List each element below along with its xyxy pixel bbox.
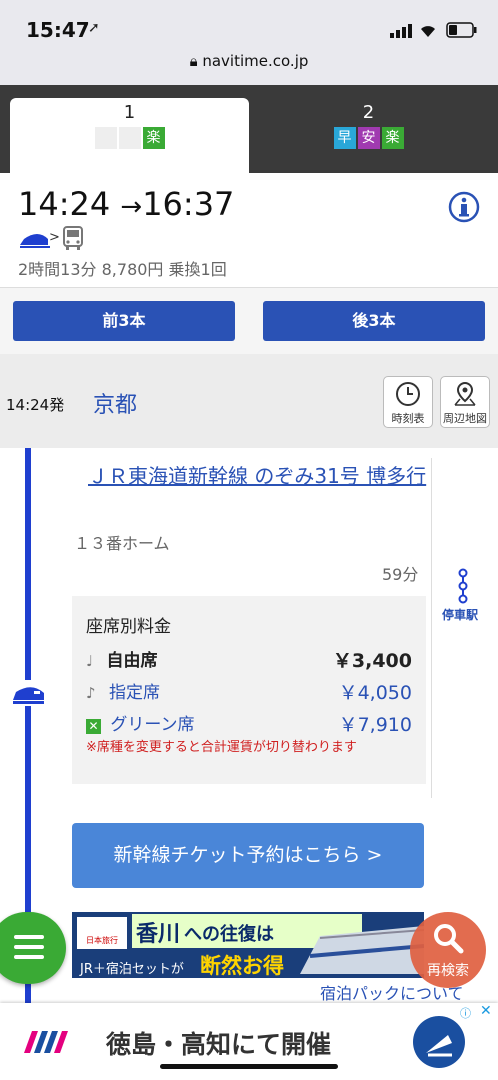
ad-arrow-icon — [413, 1016, 465, 1068]
ad-info-icon[interactable]: ⓘ — [460, 1005, 471, 1021]
train-photo — [300, 926, 424, 974]
transfer-arrow: > — [49, 230, 60, 245]
url-bar[interactable]: 🔒︎ navitime.co.jp — [0, 52, 498, 70]
timetable-button[interactable]: 時刻表 — [383, 376, 433, 428]
station-header: 14:24発 京都 時刻表 周辺地図 — [0, 354, 498, 448]
seat-label: グリーン席 — [110, 715, 195, 735]
badge-cheap: 安 — [357, 127, 380, 149]
browser-status-bar: 15:47 ➚ 🔒︎ navitime.co.jp — [0, 0, 498, 85]
shinkansen-icon — [13, 687, 44, 704]
tab-route-1[interactable]: 1 楽 — [10, 98, 249, 173]
green-car-icon: ✕ — [86, 719, 101, 734]
stops-icon[interactable] — [456, 568, 470, 604]
duration: 59分 — [382, 565, 419, 584]
timetable-label: 時刻表 — [391, 412, 425, 425]
nav-bar: 前3本 後3本 — [0, 288, 498, 354]
ticket-reservation-button[interactable]: 新幹線チケット予約はこちら > — [72, 823, 424, 888]
seat-price: ￥3,400 — [332, 650, 412, 672]
travel-banner[interactable]: 日本旅行 香川 への往復は JR＋宿泊セットが 断然お得 — [72, 912, 424, 978]
url-text: navitime.co.jp — [202, 52, 309, 70]
area-map-button[interactable]: 周辺地図 — [440, 376, 490, 428]
tab-number: 2 — [362, 102, 375, 123]
seat-fares-title: 座席別料金 — [86, 617, 171, 637]
tab-route-2[interactable]: 2 早 安 楽 — [249, 98, 488, 173]
arrive-time: 16:37 — [142, 185, 235, 223]
seat-price: ￥7,910 — [338, 714, 412, 736]
signal-icon — [390, 24, 412, 38]
badge-comfort: 楽 — [142, 127, 165, 149]
station-name-link[interactable]: 京都 — [93, 387, 137, 419]
stops-link[interactable]: 停車駅 — [442, 606, 478, 623]
banner-text: への往復は — [184, 924, 274, 945]
map-pin-icon — [454, 381, 476, 406]
divider — [431, 458, 432, 798]
info-icon[interactable] — [448, 191, 480, 223]
banner-destination: 香川 — [136, 922, 181, 947]
battery-icon — [446, 22, 477, 38]
ad-logo — [24, 1031, 68, 1053]
prev-3-button[interactable]: 前3本 — [13, 301, 235, 341]
banner-highlight: 断然お得 — [200, 954, 284, 978]
seat-row-green[interactable]: ✕ グリーン席 ￥7,910 — [86, 710, 412, 736]
badge-empty — [118, 127, 141, 149]
lock-icon: 🔒︎ — [189, 52, 198, 70]
seat-icon: ♩ — [86, 652, 94, 670]
wifi-icon — [421, 26, 435, 37]
train-marker — [10, 680, 48, 706]
hamburger-icon — [14, 935, 44, 959]
time-range: 14:24 →16:37 — [18, 185, 234, 223]
home-indicator — [160, 1064, 338, 1069]
fare-note: ※席種を変更すると合計運賃が切り替わります — [86, 740, 357, 755]
banner-subtext: JR＋宿泊セットが — [80, 962, 184, 977]
bus-icon — [63, 226, 83, 250]
seat-label: 指定席 — [108, 683, 160, 703]
map-label: 周辺地図 — [443, 412, 487, 425]
clock: 15:47 — [26, 18, 90, 42]
seat-price: ￥4,050 — [338, 682, 412, 704]
seat-row-nonreserved: ♩ 自由席 ￥3,400 — [86, 646, 412, 672]
badge-comfort: 楽 — [381, 127, 404, 149]
travel-agency-logo: 日本旅行 — [77, 917, 127, 949]
seat-row-reserved[interactable]: ♪ 指定席 ￥4,050 — [86, 678, 412, 704]
ad-text: 徳島・高知にて開催 — [106, 1030, 332, 1059]
seat-label: 自由席 — [106, 651, 158, 671]
next-3-button[interactable]: 後3本 — [263, 301, 485, 341]
search-icon — [434, 924, 464, 954]
clock-icon — [396, 382, 420, 406]
badge-fast: 早 — [333, 127, 356, 149]
train-name-link[interactable]: ＪＲ東海道新幹線 のぞみ31号 博多行 — [88, 460, 428, 492]
tab-number: 1 — [123, 102, 136, 123]
route-tabs: 1 楽 2 早 安 楽 — [0, 85, 498, 173]
shinkansen-icon — [20, 234, 50, 248]
platform: １３番ホーム — [74, 534, 170, 553]
reserved-seat-icon: ♪ — [86, 684, 96, 702]
depart-time: 14:24 — [18, 185, 111, 223]
badge-empty — [94, 127, 117, 149]
research-label: 再検索 — [427, 963, 469, 979]
route-summary: 14:24 →16:37 > 2時間13分 8,780円 乗換1回 — [0, 173, 498, 288]
departure-time: 14:24発 — [6, 396, 65, 414]
seat-fares: 座席別料金 ♩ 自由席 ￥3,400 ♪ 指定席 ￥4,050 ✕ グリーン席 … — [72, 596, 426, 784]
arrow: → — [120, 192, 143, 222]
ad-close-icon[interactable]: ✕ — [480, 1003, 492, 1019]
research-button[interactable]: 再検索 — [410, 912, 486, 988]
route-details: 2時間13分 8,780円 乗換1回 — [18, 260, 227, 279]
package-link[interactable]: 宿泊パックについて — [320, 980, 464, 1004]
location-arrow-icon: ➚ — [88, 20, 100, 36]
